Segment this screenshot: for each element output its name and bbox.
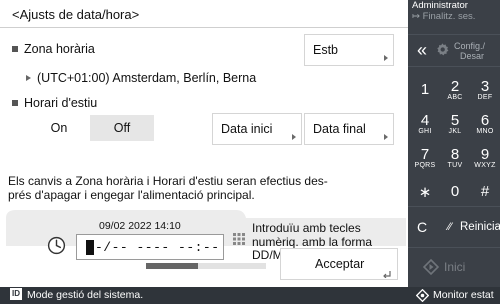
current-datetime: 09/02 2022 14:10 — [99, 220, 181, 232]
dst-off-option[interactable]: Off — [90, 115, 154, 141]
key-letters: WXYZ — [474, 162, 496, 169]
back-label: « — [416, 40, 427, 60]
timezone-label-row: Zona horària — [12, 42, 95, 56]
key-8-button[interactable]: 8 TUV — [440, 138, 470, 172]
main-panel: <Ajusts de data/hora> Zona horària Estb … — [0, 0, 408, 287]
dst-start-date-button[interactable]: Data inici — [212, 113, 302, 145]
notice-text: Els canvis a Zona horària i Horari d'est… — [8, 174, 328, 202]
id-icon: ID — [10, 288, 22, 301]
progress-fill — [146, 263, 198, 269]
dst-on-option[interactable]: On — [28, 115, 90, 141]
back-button[interactable]: « — [408, 36, 436, 66]
bullet-icon — [12, 99, 18, 106]
key-number: 0 — [450, 183, 460, 200]
key-letters: TUV — [447, 162, 463, 169]
title-bar: <Ajusts de data/hora> — [0, 0, 408, 28]
key-number: 9 — [480, 146, 490, 163]
key-number: 6 — [480, 112, 490, 129]
dst-off-label: Off — [113, 121, 131, 135]
logout-label: Finalitz. ses. — [422, 10, 476, 22]
corner-arrow-icon — [384, 55, 388, 61]
status-monitor-label: Monitor estat — [433, 289, 494, 301]
dst-on-label: On — [50, 121, 68, 135]
timezone-value-row: (UTC+01:00) Amsterdam, Berlín, Berna — [26, 71, 256, 85]
status-monitor-icon — [416, 289, 429, 302]
bullet-icon — [12, 45, 18, 52]
gear-icon — [437, 43, 449, 56]
key-0-button[interactable]: 0 — [440, 172, 470, 206]
page-title: <Ajusts de data/hora> — [12, 7, 140, 22]
key-6-button[interactable]: 6 MNO — [470, 104, 500, 138]
reset-button[interactable]: ⁄⁄ Reiniciar — [440, 210, 500, 244]
text-cursor — [86, 240, 94, 255]
login-info: Administrator ↦ Finalitz. ses. — [412, 0, 476, 23]
timezone-label: Zona horària — [24, 42, 95, 56]
key-letters: PQRS — [414, 162, 436, 169]
dst-label-row: Horari d'estiu — [12, 96, 97, 110]
start-button[interactable]: Inici — [408, 248, 500, 286]
key-number: 7 — [420, 146, 430, 163]
corner-arrow-icon — [292, 134, 296, 140]
key-letters: GHI — [418, 128, 432, 135]
timezone-set-button[interactable]: Estb — [304, 34, 394, 66]
key-7-button[interactable]: 7 PQRS — [410, 138, 440, 172]
dst-label: Horari d'estiu — [24, 96, 98, 110]
progress-bar — [146, 263, 266, 269]
register-label: Desar — [460, 51, 485, 61]
reset-icon: ⁄⁄ — [448, 221, 452, 233]
key-number: ∗ — [418, 184, 432, 201]
key-number: 3 — [480, 78, 490, 95]
enter-arrow-icon — [382, 267, 391, 279]
key-letters: JKL — [448, 128, 462, 135]
key-letters: DEF — [477, 94, 493, 101]
key-number: 2 — [450, 78, 460, 95]
dst-start-date-label: Data inici — [221, 122, 273, 136]
start-icon — [423, 259, 439, 275]
dst-end-date-label: Data final — [313, 122, 366, 136]
key-hash-button[interactable]: # — [470, 172, 500, 206]
key-3-button[interactable]: 3 DEF — [470, 70, 500, 104]
key-star-button[interactable]: ∗ — [410, 172, 440, 206]
logout-icon: ↦ — [412, 10, 423, 22]
status-bar: ID Mode gestió del sistema. Monitor estat — [0, 287, 500, 304]
key-number: 1 — [420, 81, 430, 98]
settings-register-button[interactable]: Config./ Desar — [433, 38, 497, 66]
key-9-button[interactable]: 9 WXYZ — [470, 138, 500, 172]
key-number: 8 — [450, 146, 460, 163]
corner-arrow-icon — [384, 134, 388, 140]
key-letters: MNO — [476, 128, 494, 135]
clock-icon — [47, 236, 66, 255]
accept-label: Acceptar — [315, 257, 365, 271]
key-number: 4 — [420, 112, 430, 129]
key-number: # — [480, 183, 490, 200]
numeric-keypad-icon — [233, 233, 245, 245]
dst-end-date-button[interactable]: Data final — [304, 113, 394, 145]
clear-label: C — [416, 219, 428, 235]
timezone-set-label: Estb — [313, 43, 339, 57]
key-4-button[interactable]: 4 GHI — [410, 104, 440, 138]
timezone-value: (UTC+01:00) Amsterdam, Berlín, Berna — [37, 71, 257, 85]
logout-button[interactable]: ↦ Finalitz. ses. — [412, 10, 476, 23]
triangle-icon — [26, 74, 31, 81]
key-number: 5 — [450, 112, 460, 129]
dst-toggle[interactable]: On Off — [28, 115, 154, 141]
key-5-button[interactable]: 5 JKL — [440, 104, 470, 138]
accept-button[interactable]: Acceptar — [280, 248, 398, 280]
system-mode-label: Mode gestió del sistema. — [27, 289, 144, 301]
reset-label: Reiniciar — [460, 221, 500, 233]
key-1-button[interactable]: 1 — [410, 70, 440, 104]
datetime-input[interactable]: -/-- ---- --:-- — [76, 234, 224, 260]
system-mode: ID Mode gestió del sistema. — [10, 288, 144, 301]
key-2-button[interactable]: 2 ABC — [440, 70, 470, 104]
key-letters: ABC — [447, 94, 463, 101]
start-label: Inici — [444, 260, 466, 274]
datetime-input-value: -/-- ---- --:-- — [95, 240, 220, 255]
clear-button[interactable]: C — [408, 210, 436, 244]
